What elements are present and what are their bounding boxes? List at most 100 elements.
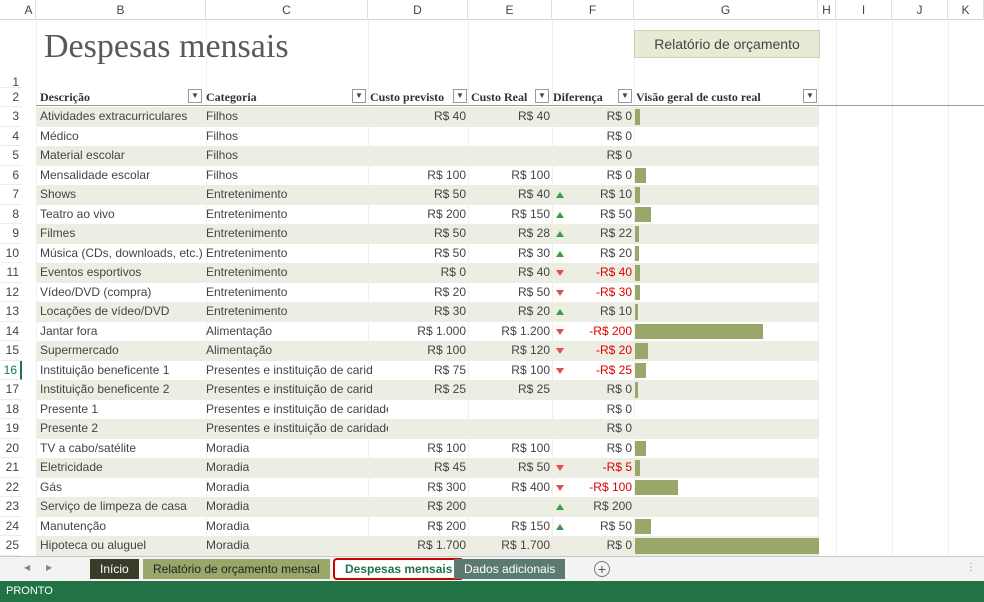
cell-planned-cost[interactable]: R$ 45: [370, 458, 466, 478]
cell-description[interactable]: Presente 1: [40, 400, 204, 420]
column-header-j[interactable]: J: [892, 0, 948, 20]
cell-category[interactable]: Filhos: [206, 146, 388, 166]
cell-difference[interactable]: R$ 0: [568, 127, 632, 147]
cell-actual-cost[interactable]: R$ 50: [468, 458, 550, 478]
tab-relatorio-orcamento[interactable]: Relatório de orçamento mensal: [143, 559, 330, 579]
table-row[interactable]: Médico Filhos R$ 0: [36, 127, 819, 147]
cell-difference[interactable]: R$ 0: [568, 536, 632, 556]
cell-description[interactable]: Shows: [40, 185, 204, 205]
row-header-11[interactable]: 11: [0, 263, 22, 283]
table-row[interactable]: Instituição beneficente 2 Presentes e ins…: [36, 380, 819, 400]
cell-category[interactable]: Presentes e instituição de carid: [206, 380, 388, 400]
row-header-4[interactable]: 4: [0, 126, 22, 146]
cell-category[interactable]: Presentes e instituição de carid: [206, 361, 388, 381]
filter-dropdown-icon[interactable]: ▼: [803, 89, 817, 103]
scroll-tabs-right-icon[interactable]: ▶: [46, 563, 52, 572]
table-row[interactable]: Atividades extracurriculares Filhos R$ 40 R…: [36, 107, 819, 127]
column-header-e[interactable]: E: [468, 0, 552, 20]
cell-actual-cost[interactable]: R$ 1.200: [468, 322, 550, 342]
cell-difference[interactable]: R$ 20: [568, 244, 632, 264]
cell-planned-cost[interactable]: R$ 200: [370, 205, 466, 225]
row-header-13[interactable]: 13: [0, 302, 22, 322]
cell-category[interactable]: Entretenimento: [206, 224, 388, 244]
cell-planned-cost[interactable]: R$ 100: [370, 439, 466, 459]
cell-description[interactable]: Gás: [40, 478, 204, 498]
tab-dados-adicionais[interactable]: Dados adicionais: [454, 559, 566, 579]
cell-actual-cost[interactable]: R$ 20: [468, 302, 550, 322]
row-header-23[interactable]: 23: [0, 497, 22, 517]
table-row[interactable]: Eventos esportivos Entretenimento R$ 0 R$ 4…: [36, 263, 819, 283]
row-header-5[interactable]: 5: [0, 146, 22, 166]
cell-difference[interactable]: R$ 0: [568, 107, 632, 127]
filter-dropdown-icon[interactable]: ▼: [618, 89, 632, 103]
cell-description[interactable]: Eventos esportivos: [40, 263, 204, 283]
cell-planned-cost[interactable]: R$ 25: [370, 380, 466, 400]
cell-difference[interactable]: R$ 200: [568, 497, 632, 517]
cell-description[interactable]: Instituição beneficente 1: [40, 361, 204, 381]
tab-despesas-mensais[interactable]: Despesas mensais: [333, 558, 465, 580]
cell-planned-cost[interactable]: R$ 1.000: [370, 322, 466, 342]
row-header-25[interactable]: 25: [0, 536, 22, 556]
row-header-14[interactable]: 14: [0, 321, 22, 341]
add-sheet-icon[interactable]: +: [594, 561, 610, 577]
table-row[interactable]: Shows Entretenimento R$ 50 R$ 40 R$ 10: [36, 185, 819, 205]
cell-planned-cost[interactable]: R$ 100: [370, 341, 466, 361]
table-row[interactable]: Presente 2 Presentes e instituição de car…: [36, 419, 819, 439]
budget-report-button[interactable]: Relatório de orçamento: [634, 30, 820, 58]
cell-planned-cost[interactable]: R$ 30: [370, 302, 466, 322]
cell-actual-cost[interactable]: R$ 30: [468, 244, 550, 264]
cell-actual-cost[interactable]: R$ 40: [468, 107, 550, 127]
cell-description[interactable]: Vídeo/DVD (compra): [40, 283, 204, 303]
cell-description[interactable]: Presente 2: [40, 419, 204, 439]
table-row[interactable]: Música (CDs, downloads, etc.) Entretenime…: [36, 244, 819, 264]
cell-category[interactable]: Alimentação: [206, 341, 388, 361]
cell-planned-cost[interactable]: R$ 100: [370, 166, 466, 186]
filter-dropdown-icon[interactable]: ▼: [535, 89, 549, 103]
cell-actual-cost[interactable]: R$ 40: [468, 263, 550, 283]
column-header-d[interactable]: D: [368, 0, 468, 20]
cell-category[interactable]: Entretenimento: [206, 185, 388, 205]
column-header-b[interactable]: B: [36, 0, 206, 20]
row-header-18[interactable]: 18: [0, 399, 22, 419]
row-header-1[interactable]: 1: [0, 20, 22, 89]
cell-difference[interactable]: R$ 0: [568, 380, 632, 400]
cell-difference[interactable]: R$ 0: [568, 419, 632, 439]
cell-difference[interactable]: R$ 0: [568, 439, 632, 459]
cell-actual-cost[interactable]: [468, 419, 550, 439]
cell-actual-cost[interactable]: R$ 50: [468, 283, 550, 303]
table-row[interactable]: Hipoteca ou aluguel Moradia R$ 1.700 R$ 1.7…: [36, 536, 819, 556]
column-header-h[interactable]: H: [818, 0, 836, 20]
cell-difference[interactable]: -R$ 25: [568, 361, 632, 381]
cell-actual-cost[interactable]: [468, 497, 550, 517]
row-header-20[interactable]: 20: [0, 438, 22, 458]
cell-difference[interactable]: R$ 0: [568, 146, 632, 166]
cell-difference[interactable]: R$ 22: [568, 224, 632, 244]
row-header-8[interactable]: 8: [0, 204, 22, 224]
table-row[interactable]: Manutenção Moradia R$ 200 R$ 150 R$ 50: [36, 517, 819, 537]
table-row[interactable]: Instituição beneficente 1 Presentes e ins…: [36, 361, 819, 381]
cell-description[interactable]: Música (CDs, downloads, etc.): [40, 244, 204, 264]
cell-planned-cost[interactable]: R$ 200: [370, 497, 466, 517]
cell-difference[interactable]: -R$ 40: [568, 263, 632, 283]
cell-difference[interactable]: -R$ 20: [568, 341, 632, 361]
cell-difference[interactable]: R$ 10: [568, 302, 632, 322]
cell-actual-cost[interactable]: R$ 25: [468, 380, 550, 400]
cell-description[interactable]: Filmes: [40, 224, 204, 244]
cell-difference[interactable]: -R$ 100: [568, 478, 632, 498]
cell-difference[interactable]: -R$ 200: [568, 322, 632, 342]
row-header-22[interactable]: 22: [0, 477, 22, 497]
table-row[interactable]: Teatro ao vivo Entretenimento R$ 200 R$ 150…: [36, 205, 819, 225]
cell-description[interactable]: Médico: [40, 127, 204, 147]
row-header-7[interactable]: 7: [0, 185, 22, 205]
table-row[interactable]: Mensalidade escolar Filhos R$ 100 R$ 100 R$ …: [36, 166, 819, 186]
cell-description[interactable]: TV a cabo/satélite: [40, 439, 204, 459]
row-header-21[interactable]: 21: [0, 458, 22, 478]
spreadsheet-area[interactable]: ABCDEFGHIJK 1 2 3 4 5 6 7 8 9 10 11 12 13 14 15 16 17 18 1…: [0, 0, 984, 556]
cell-category[interactable]: Entretenimento: [206, 205, 388, 225]
cell-actual-cost[interactable]: R$ 1.700: [468, 536, 550, 556]
table-row[interactable]: Filmes Entretenimento R$ 50 R$ 28 R$ 22: [36, 224, 819, 244]
cell-description[interactable]: Serviço de limpeza de casa: [40, 497, 204, 517]
row-header-15[interactable]: 15: [0, 341, 22, 361]
cell-description[interactable]: Material escolar: [40, 146, 204, 166]
table-row[interactable]: Locações de vídeo/DVD Entretenimento R$ 30…: [36, 302, 819, 322]
